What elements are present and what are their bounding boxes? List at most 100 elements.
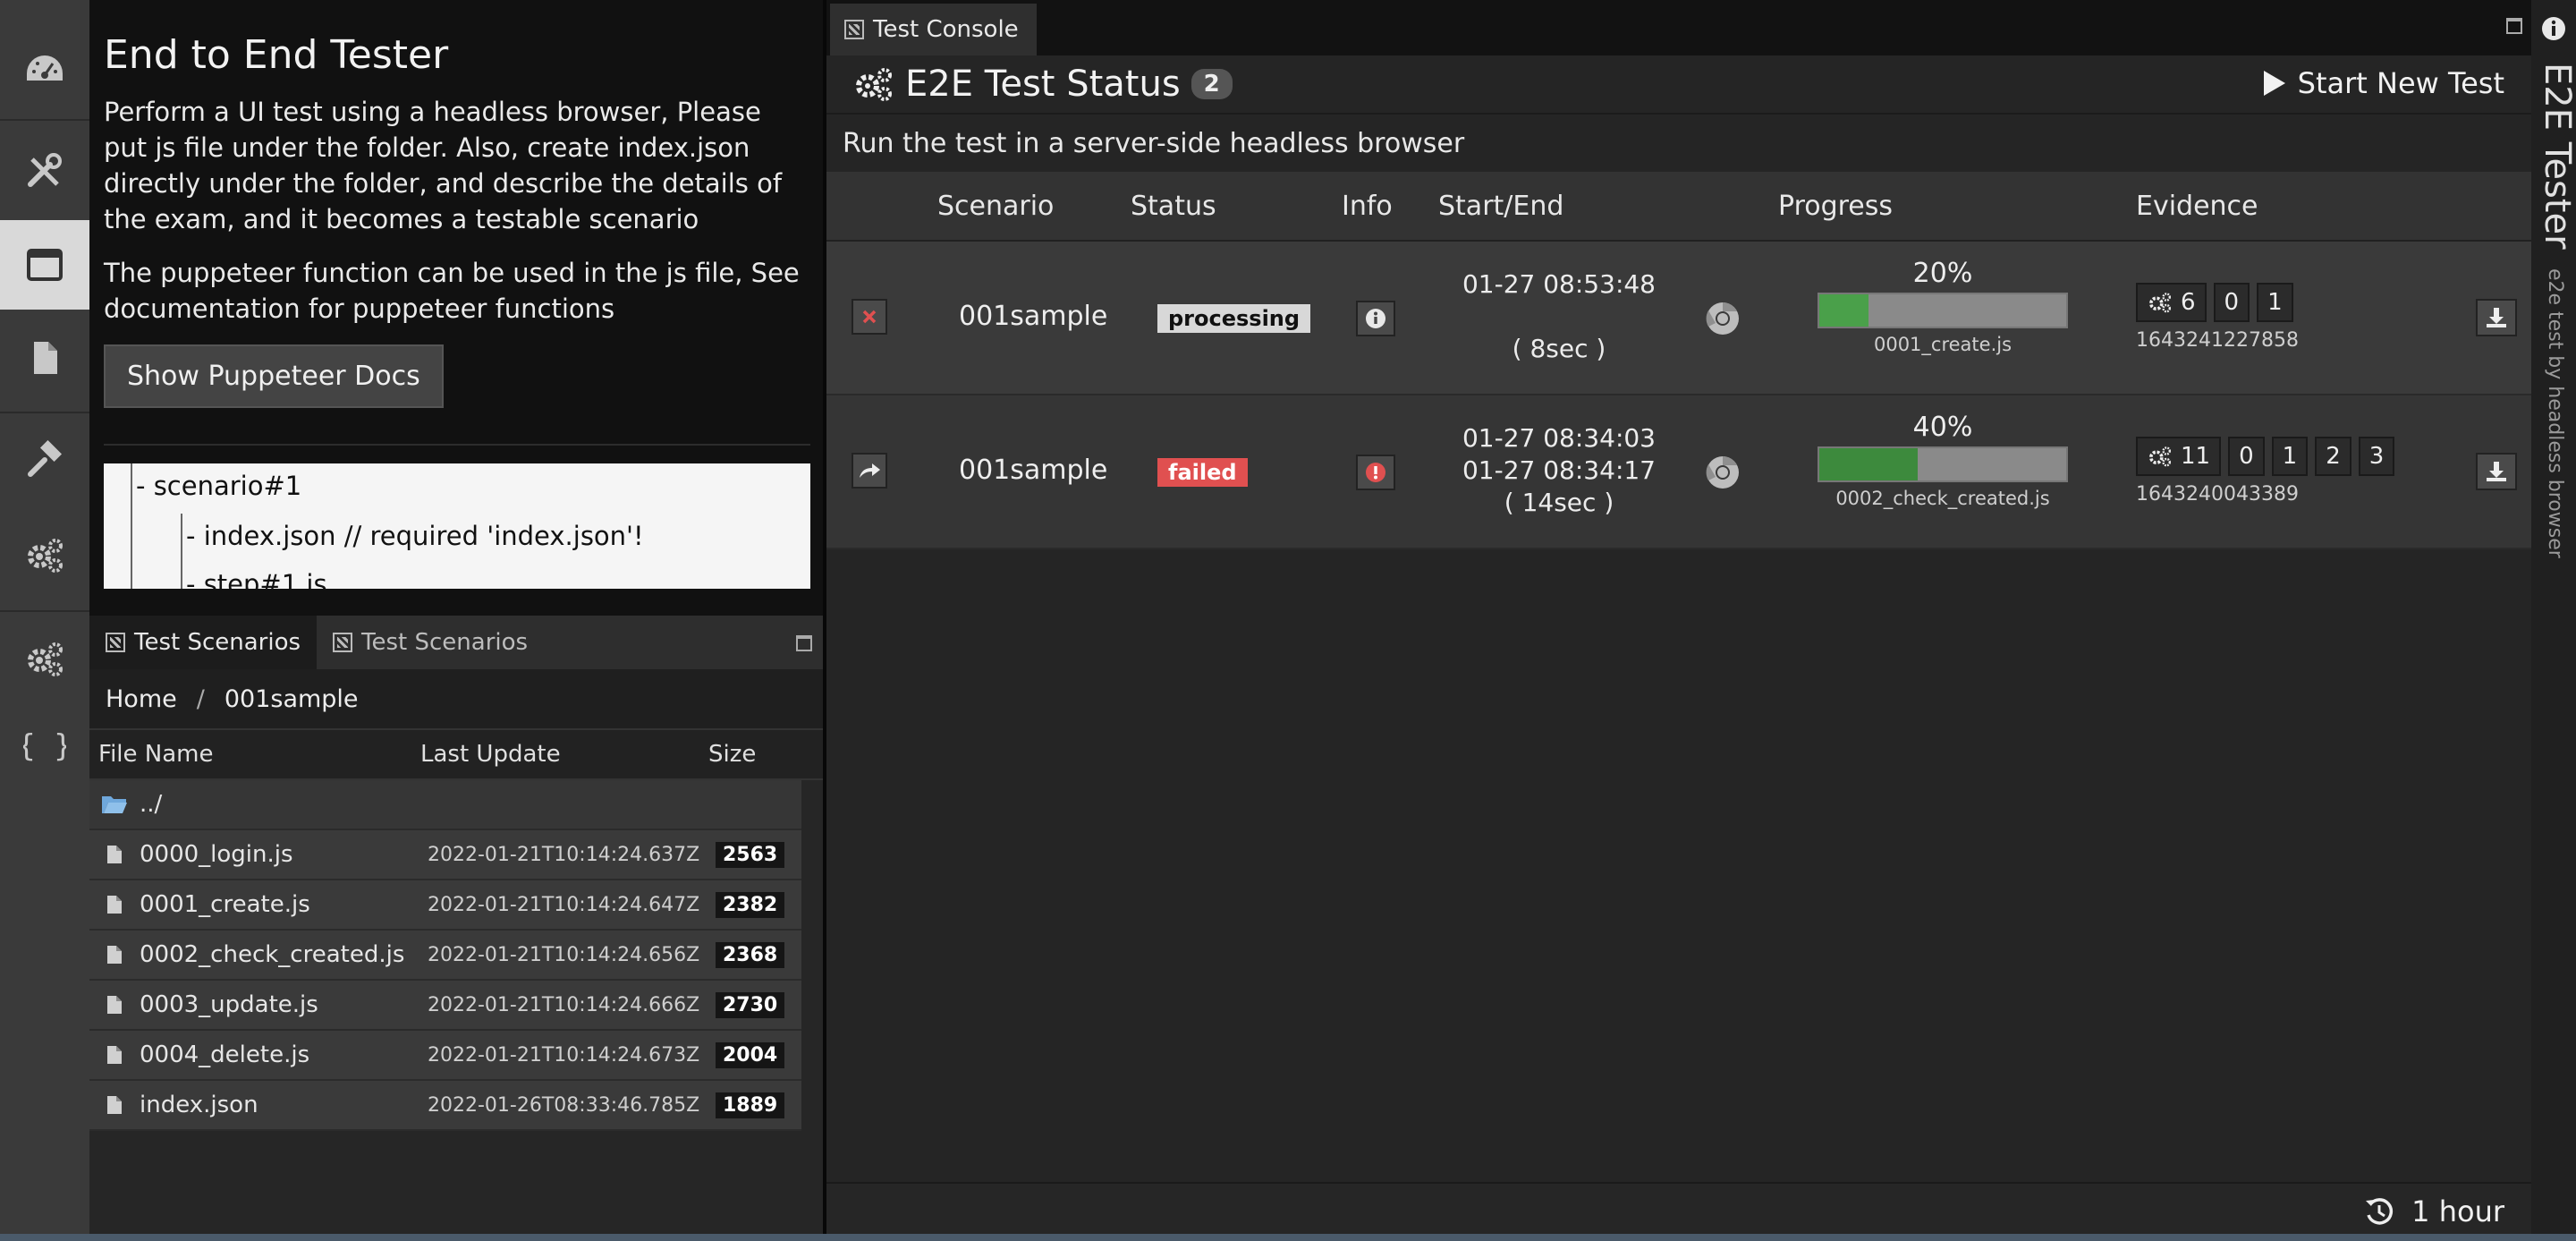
- file-date: 2022-01-26T08:33:46.785Z: [428, 1093, 700, 1117]
- evidence-gears-button[interactable]: 11: [2136, 437, 2222, 476]
- file-row[interactable]: 0004_delete.js 2022-01-21T10:14:24.673Z 20…: [89, 1031, 801, 1081]
- info-panel: End to End Tester Perform a UI test usin…: [89, 0, 823, 616]
- gears-icon: [2148, 446, 2171, 467]
- file-date: 2022-01-21T10:14:24.637Z: [428, 843, 700, 866]
- tools-icon[interactable]: [0, 127, 89, 217]
- show-puppeteer-docs-button[interactable]: Show Puppeteer Docs: [104, 344, 444, 408]
- breadcrumb-current: 001sample: [224, 684, 359, 713]
- breadcrumb-home[interactable]: Home: [106, 685, 177, 713]
- file-table-header: File Name Last Update Size: [89, 730, 823, 780]
- alert-icon[interactable]: [1356, 455, 1395, 490]
- column-progress: Progress: [1778, 190, 1894, 222]
- evidence-step-button[interactable]: 3: [2358, 437, 2395, 476]
- evidence-count: 6: [2181, 289, 2196, 316]
- history-icon: [2366, 1198, 2394, 1225]
- tree-node-step: - step#1.js: [186, 569, 327, 589]
- console-tabbar: Test Console: [823, 0, 2531, 55]
- evidence-id: 1643241227858: [2136, 329, 2299, 352]
- tab-label: Test Console: [873, 16, 1019, 43]
- start-end-times: 01-27 08:53:48 ( 8sec ): [1443, 268, 1675, 365]
- end-time: 01-27 08:34:17: [1462, 455, 1656, 485]
- status-table-header: Scenario Status Info Start/End Progress …: [826, 172, 2531, 242]
- file-size: 1889: [716, 1092, 785, 1118]
- close-icon[interactable]: [852, 299, 887, 335]
- file-icon: [89, 1045, 140, 1065]
- file-row[interactable]: 0000_login.js 2022-01-21T10:14:24.637Z 256…: [89, 830, 801, 880]
- console-title: E2E Test Status: [905, 64, 1181, 105]
- download-icon[interactable]: [2476, 453, 2517, 490]
- tab-test-scenarios-2[interactable]: Test Scenarios: [317, 616, 544, 669]
- file-date: 2022-01-21T10:14:24.656Z: [428, 943, 700, 966]
- svg-text:{ }: { }: [23, 728, 66, 764]
- file-name: index.json: [140, 1092, 258, 1118]
- icon-rail: { }: [0, 0, 89, 1241]
- tree-line: [131, 463, 132, 589]
- file-row[interactable]: 0001_create.js 2022-01-21T10:14:24.647Z 23…: [89, 880, 801, 931]
- duration: ( 14sec ): [1504, 488, 1614, 517]
- start-end-times: 01-27 08:34:03 01-27 08:34:17 ( 14sec ): [1443, 422, 1675, 519]
- count-badge: 2: [1191, 69, 1233, 99]
- status-chip: failed: [1157, 458, 1248, 487]
- file-row[interactable]: index.json 2022-01-26T08:33:46.785Z 1889: [89, 1081, 801, 1131]
- download-icon[interactable]: [2476, 299, 2517, 336]
- file-name: 0000_login.js: [140, 841, 293, 868]
- file-icon: [89, 945, 140, 965]
- evidence-gears-button[interactable]: 6: [2136, 283, 2207, 322]
- folder-open-icon: [89, 794, 140, 815]
- file-icon: [89, 995, 140, 1015]
- progress-bar-fill: [1819, 294, 1869, 327]
- maximize-icon[interactable]: [796, 635, 812, 651]
- evidence-step-button[interactable]: 1: [2257, 283, 2293, 322]
- column-size[interactable]: Size: [708, 741, 798, 768]
- column-file-name[interactable]: File Name: [89, 741, 420, 768]
- gears-icon[interactable]: [0, 614, 89, 703]
- redo-icon[interactable]: [852, 453, 887, 489]
- file-name: 0004_delete.js: [140, 1041, 310, 1068]
- parent-folder-row[interactable]: ../: [89, 780, 801, 830]
- play-icon: [2263, 71, 2285, 96]
- progress: 40% 0002_check_created.js: [1818, 412, 2068, 509]
- tab-test-console[interactable]: Test Console: [830, 4, 1037, 55]
- evidence-count: 11: [2181, 443, 2211, 470]
- grid-icon: [844, 20, 864, 39]
- document-icon[interactable]: [0, 313, 89, 403]
- tab-test-scenarios[interactable]: Test Scenarios: [89, 616, 318, 669]
- gears-icon: [856, 68, 892, 101]
- tree-line: [181, 514, 182, 589]
- console-subtitle: Run the test in a server-side headless b…: [826, 115, 2531, 172]
- evidence-step-button[interactable]: 2: [2315, 437, 2351, 476]
- info-icon[interactable]: [1356, 301, 1395, 336]
- console-header: E2E Test Status 2 Start New Test: [826, 55, 2531, 115]
- file-date: 2022-01-21T10:14:24.647Z: [428, 893, 700, 916]
- dashboard-icon[interactable]: [0, 25, 89, 115]
- braces-icon[interactable]: { }: [0, 701, 89, 791]
- browser-window-icon[interactable]: [0, 220, 89, 310]
- file-icon: [89, 1095, 140, 1115]
- evidence-id: 1643240043389: [2136, 483, 2299, 506]
- start-time: 01-27 08:53:48: [1462, 269, 1656, 299]
- gears-icon[interactable]: [0, 510, 89, 599]
- column-last-update[interactable]: Last Update: [420, 741, 708, 768]
- progress-bar: [1818, 293, 2068, 328]
- file-row[interactable]: 0002_check_created.js 2022-01-21T10:14:24…: [89, 931, 801, 981]
- file-browser: Home / 001sample File Name Last Update S…: [89, 669, 823, 1241]
- gears-icon: [2148, 293, 2171, 313]
- file-row[interactable]: 0003_update.js 2022-01-21T10:14:24.666Z 27…: [89, 981, 801, 1031]
- start-new-test-button[interactable]: Start New Test: [2262, 66, 2504, 100]
- tree-node-index: - index.json // required 'index.json'!: [186, 521, 644, 551]
- column-status: Status: [1131, 190, 1216, 222]
- evidence-step-button[interactable]: 0: [2228, 437, 2265, 476]
- divider: [104, 444, 810, 446]
- grid-icon: [106, 633, 125, 652]
- chrome-icon: [1705, 455, 1741, 494]
- breadcrumb: Home / 001sample: [89, 669, 823, 730]
- time-range-selector[interactable]: 1 hour: [2363, 1194, 2504, 1228]
- evidence-step-button[interactable]: 0: [2213, 283, 2250, 322]
- evidence-step-button[interactable]: 1: [2271, 437, 2309, 476]
- hammer-icon[interactable]: [0, 417, 89, 506]
- info-icon[interactable]: [2541, 16, 2566, 41]
- test-console: E2E Test Status 2 Start New Test Run the…: [823, 55, 2531, 1241]
- test-run-row: 001sample processing 01-27 08:53:48 ( 8sec …: [826, 242, 2531, 395]
- parent-folder-label: ../: [140, 791, 163, 818]
- maximize-icon[interactable]: [2506, 18, 2522, 34]
